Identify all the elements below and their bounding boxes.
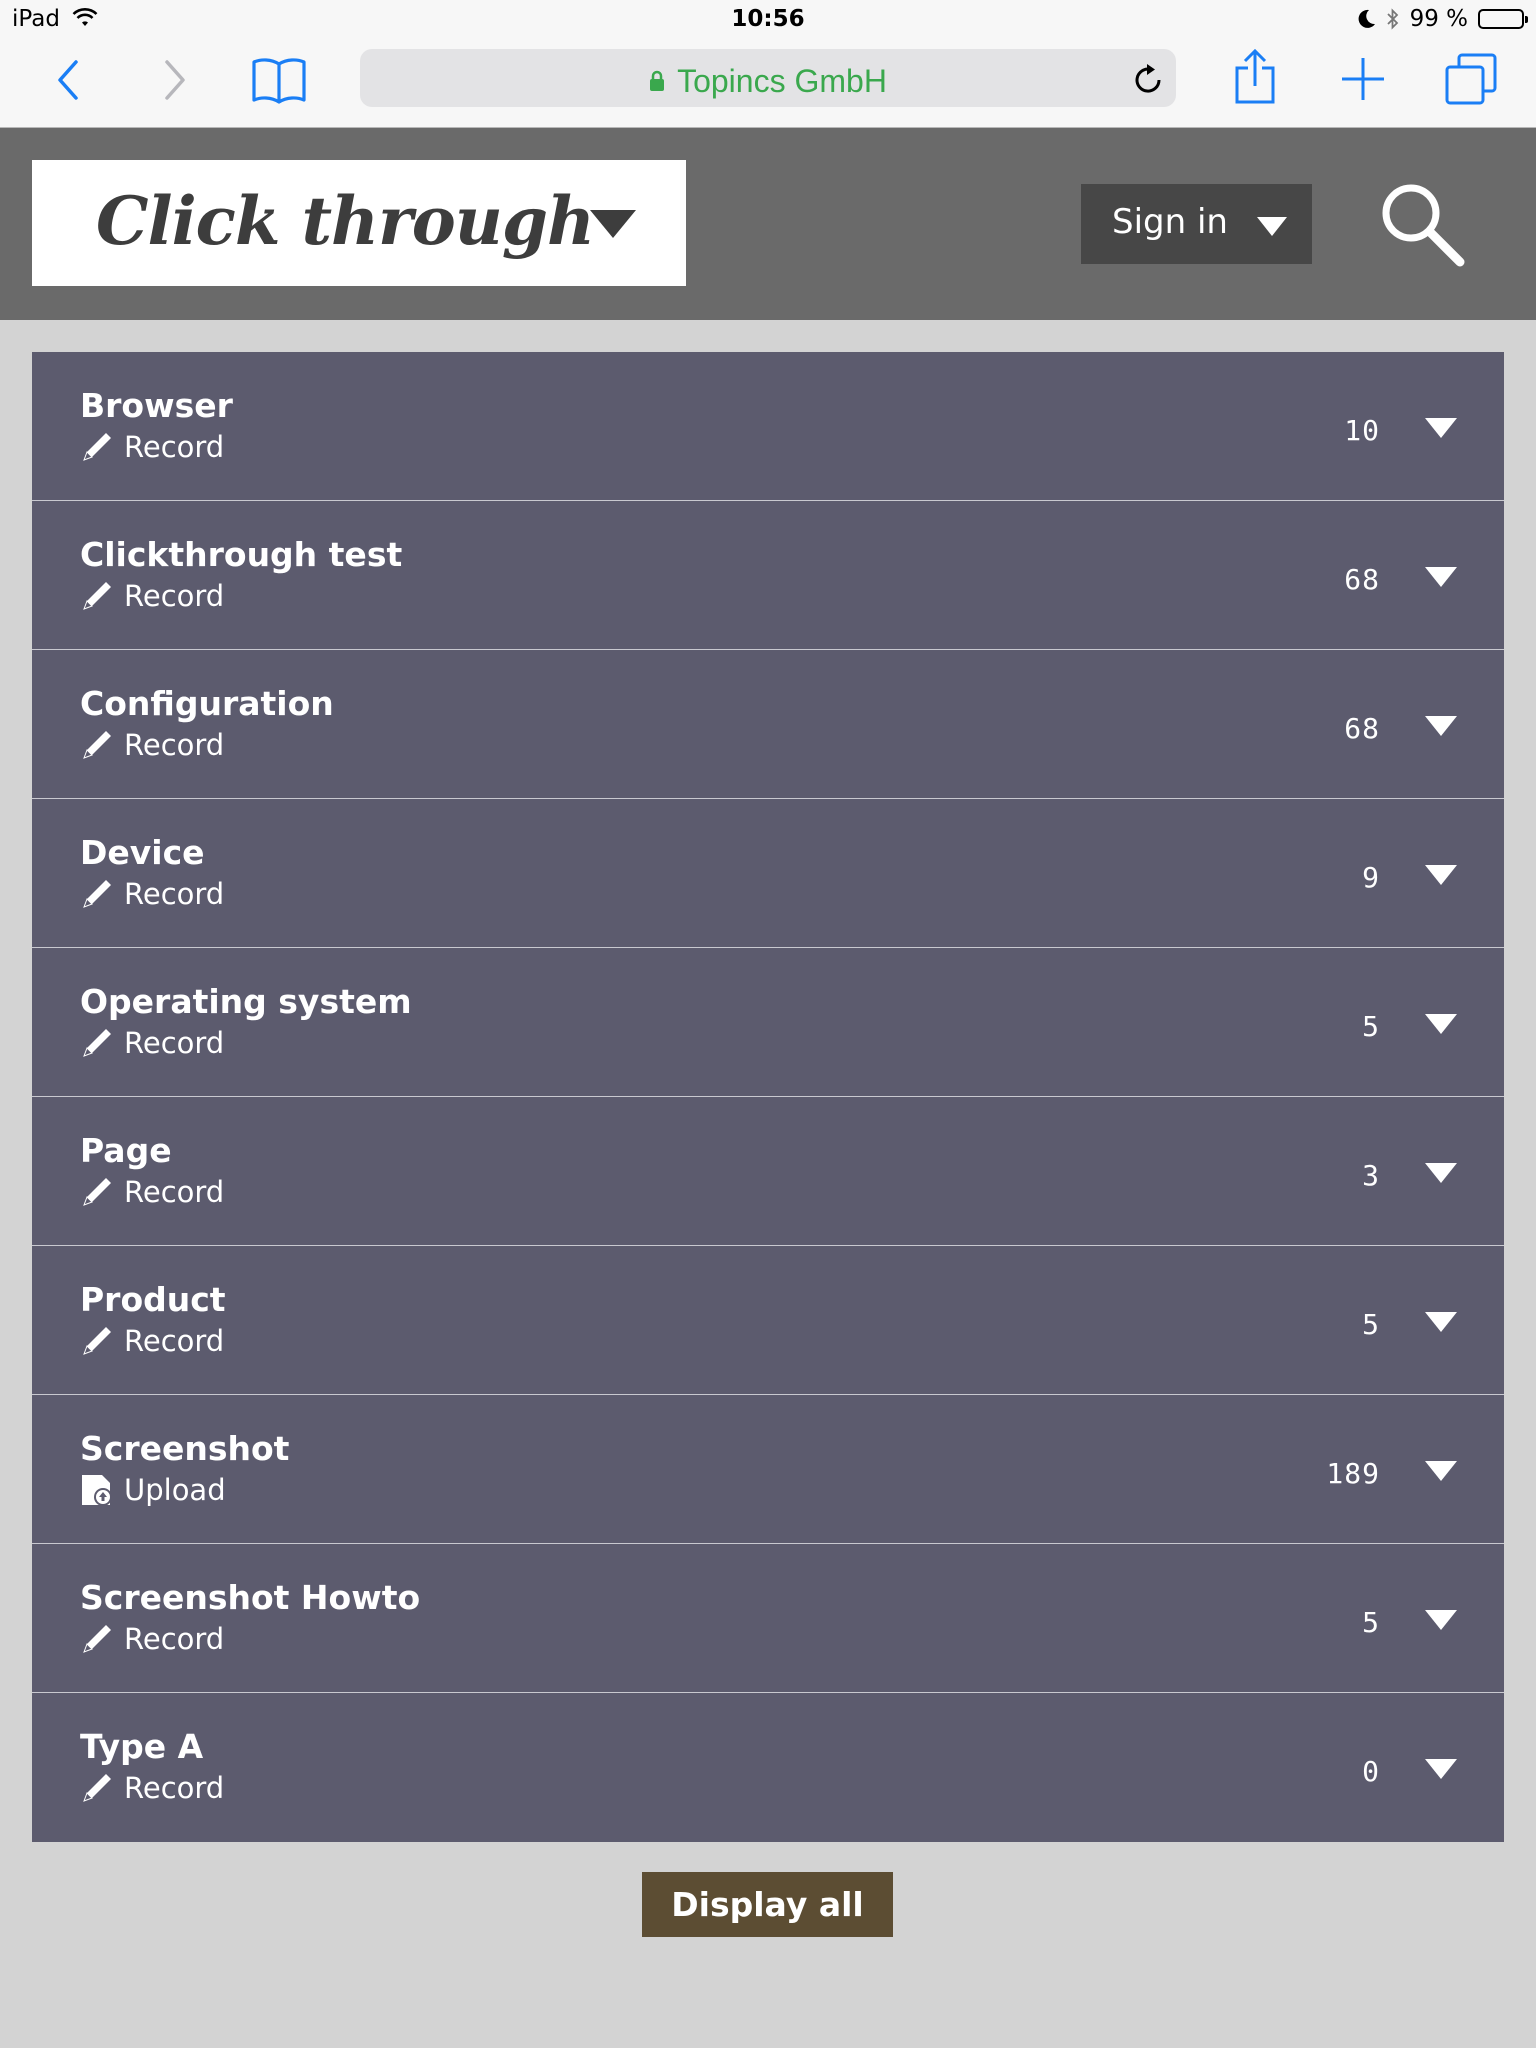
item-count: 0 [1362, 1755, 1380, 1788]
item-action-label: Record [124, 1324, 225, 1358]
list-item[interactable]: Browser Record 10 [32, 352, 1504, 501]
sign-in-label: Sign in [1112, 202, 1228, 242]
url-label: Topincs GmbH [677, 63, 887, 99]
list-item[interactable]: Operating system Record 5 [32, 948, 1504, 1097]
battery-percent: 99 % [1409, 6, 1468, 32]
item-action[interactable]: Record [80, 1175, 224, 1209]
item-action[interactable]: Upload [80, 1473, 226, 1507]
url-display[interactable]: Topincs GmbH [360, 63, 1176, 100]
brand-title: Click through [96, 182, 595, 260]
address-bar[interactable]: Topincs GmbH [360, 49, 1176, 107]
item-title[interactable]: Page [80, 1131, 172, 1170]
topic-list: Browser Record 10 Clickthrough test Reco… [32, 352, 1504, 1842]
browser-toolbar: Topincs GmbH [0, 40, 1536, 128]
item-action-label: Record [124, 430, 225, 464]
expand-caret-icon[interactable] [1425, 418, 1457, 438]
item-action-label: Record [124, 728, 225, 762]
list-item[interactable]: Configuration Record 68 [32, 650, 1504, 799]
item-title[interactable]: Type A [80, 1727, 203, 1766]
pencil-icon [80, 728, 114, 762]
item-title[interactable]: Clickthrough test [80, 535, 402, 574]
battery-icon [1478, 9, 1528, 29]
moon-icon [1358, 9, 1375, 28]
item-action-label: Record [124, 1175, 225, 1209]
pencil-icon [80, 1026, 114, 1060]
item-title[interactable]: Product [80, 1280, 226, 1319]
pencil-icon [80, 430, 114, 464]
forward-arrow-icon[interactable] [161, 58, 189, 102]
brand-dropdown[interactable]: Click through [32, 160, 686, 286]
item-action-label: Record [124, 1026, 225, 1060]
item-count: 10 [1344, 414, 1380, 447]
item-action-label: Record [124, 1771, 225, 1805]
pencil-icon [80, 579, 114, 613]
item-action[interactable]: Record [80, 877, 224, 911]
expand-caret-icon[interactable] [1425, 1014, 1457, 1034]
item-count: 5 [1362, 1010, 1380, 1043]
search-icon[interactable] [1380, 182, 1466, 268]
expand-caret-icon[interactable] [1425, 1163, 1457, 1183]
list-item[interactable]: Screenshot Howto Record 5 [32, 1544, 1504, 1693]
item-count: 9 [1362, 861, 1380, 894]
bluetooth-icon [1386, 8, 1398, 30]
caret-down-icon [1257, 217, 1287, 236]
list-item[interactable]: Clickthrough test Record 68 [32, 501, 1504, 650]
display-all-button[interactable]: Display all [642, 1872, 893, 1937]
item-action[interactable]: Record [80, 1771, 224, 1805]
item-action[interactable]: Record [80, 579, 224, 613]
item-action[interactable]: Record [80, 1324, 224, 1358]
reload-icon[interactable] [1132, 62, 1164, 96]
upload-file-icon [80, 1473, 114, 1507]
item-action-label: Record [124, 579, 225, 613]
new-tab-icon[interactable] [1340, 56, 1386, 102]
item-title[interactable]: Operating system [80, 982, 412, 1021]
list-item[interactable]: Screenshot Upload 189 [32, 1395, 1504, 1544]
pencil-icon [80, 1324, 114, 1358]
list-item[interactable]: Type A Record 0 [32, 1693, 1504, 1842]
item-title[interactable]: Device [80, 833, 205, 872]
item-action[interactable]: Record [80, 1026, 224, 1060]
pencil-icon [80, 1175, 114, 1209]
clock: 10:56 [731, 6, 805, 32]
item-count: 5 [1362, 1308, 1380, 1341]
pencil-icon [80, 877, 114, 911]
item-count: 189 [1326, 1457, 1380, 1490]
item-count: 5 [1362, 1606, 1380, 1639]
list-item[interactable]: Product Record 5 [32, 1246, 1504, 1395]
site-header: Click through Sign in [0, 128, 1536, 320]
item-action-label: Upload [124, 1473, 226, 1507]
item-action[interactable]: Record [80, 430, 224, 464]
expand-caret-icon[interactable] [1425, 567, 1457, 587]
bookmarks-icon[interactable] [251, 56, 307, 104]
item-title[interactable]: Screenshot [80, 1429, 289, 1468]
item-action-label: Record [124, 1622, 225, 1656]
item-count: 68 [1344, 712, 1380, 745]
item-action-label: Record [124, 877, 225, 911]
expand-caret-icon[interactable] [1425, 1461, 1457, 1481]
item-action[interactable]: Record [80, 728, 224, 762]
sign-in-button[interactable]: Sign in [1081, 184, 1312, 264]
pencil-icon [80, 1771, 114, 1805]
item-title[interactable]: Browser [80, 386, 233, 425]
list-item[interactable]: Device Record 9 [32, 799, 1504, 948]
back-arrow-icon[interactable] [54, 58, 82, 102]
expand-caret-icon[interactable] [1425, 1312, 1457, 1332]
expand-caret-icon[interactable] [1425, 1610, 1457, 1630]
item-action[interactable]: Record [80, 1622, 224, 1656]
pencil-icon [80, 1622, 114, 1656]
item-title[interactable]: Configuration [80, 684, 334, 723]
item-count: 68 [1344, 563, 1380, 596]
caret-down-icon [590, 210, 636, 238]
status-right: 99 % [1358, 6, 1528, 32]
item-count: 3 [1362, 1159, 1380, 1192]
tabs-overview-icon[interactable] [1444, 52, 1498, 106]
share-icon[interactable] [1233, 48, 1277, 106]
status-bar: iPad 10:56 99 % [0, 0, 1536, 40]
expand-caret-icon[interactable] [1425, 1759, 1457, 1779]
lock-icon [650, 70, 665, 91]
expand-caret-icon[interactable] [1425, 865, 1457, 885]
list-item[interactable]: Page Record 3 [32, 1097, 1504, 1246]
item-title[interactable]: Screenshot Howto [80, 1578, 420, 1617]
expand-caret-icon[interactable] [1425, 716, 1457, 736]
